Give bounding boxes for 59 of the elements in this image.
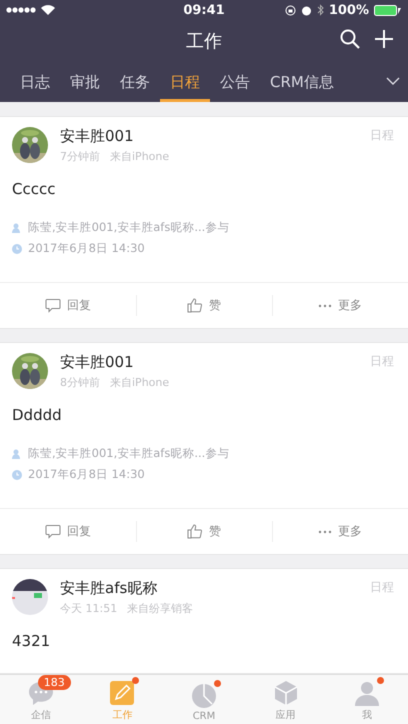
participants: 陈莹,安丰胜001,安丰胜afs昵称...参与 [28, 220, 230, 235]
author-name: 安丰胜001 [60, 353, 135, 372]
status-time: 09:41 [183, 2, 225, 18]
bottom-tab[interactable]: CRM [163, 675, 245, 724]
action-button[interactable]: 回复 [0, 283, 136, 328]
event-date: 2017年6月8日 14:30 [28, 241, 145, 256]
search-icon[interactable] [340, 29, 360, 49]
category-tab[interactable]: 公告 [210, 62, 260, 102]
page-title: 工作 [186, 30, 222, 53]
lock-rotation-icon [284, 4, 296, 16]
add-icon[interactable] [374, 29, 394, 49]
comment-icon [45, 524, 61, 539]
more-icon [318, 304, 332, 308]
category-tab[interactable]: 任务 [110, 62, 160, 102]
post-source: 来自iPhone [110, 375, 170, 390]
category-tab[interactable]: 审批 [60, 62, 110, 102]
comment-icon [45, 298, 61, 313]
thumbs-up-icon [187, 298, 203, 313]
battery-icon [374, 4, 402, 16]
post-time: 7分钟前 [60, 149, 100, 164]
category-tab[interactable]: CRM信息 [260, 62, 344, 102]
pie-chart-icon [190, 683, 217, 709]
bottom-tab[interactable]: 我 [326, 675, 408, 724]
clock-icon [12, 470, 22, 480]
post-source: 来自iPhone [110, 149, 170, 164]
bluetooth-icon [316, 4, 324, 16]
event-date: 2017年6月8日 14:30 [28, 467, 145, 482]
post-content: 4321 [11, 631, 52, 650]
thumbs-up-icon [187, 524, 203, 539]
pencil-icon [109, 680, 136, 706]
category-tab[interactable]: 日志 [10, 62, 60, 102]
category-tab[interactable]: 日程 [160, 62, 210, 102]
action-button[interactable]: 更多 [272, 509, 408, 554]
unread-count: 183 [38, 675, 71, 690]
person-icon [12, 448, 22, 458]
chevron-down-icon[interactable] [386, 77, 400, 85]
cube-icon [272, 680, 299, 706]
action-button[interactable]: 赞 [136, 509, 272, 554]
author-name: 安丰胜afs昵称 [60, 579, 158, 598]
person-icon [354, 680, 380, 706]
action-button[interactable]: 回复 [0, 509, 136, 554]
bottom-tab[interactable]: 应用 [244, 675, 326, 724]
post-time: 8分钟前 [60, 375, 100, 390]
post-content: Ddddd [11, 405, 63, 424]
post-time: 今天 11:51 [60, 601, 118, 616]
bottom-tab[interactable]: 183 企信 [0, 675, 82, 724]
battery-percent: 100% [328, 2, 370, 18]
participants: 陈莹,安丰胜001,安丰胜afs昵称...参与 [28, 446, 230, 461]
bottom-tab[interactable]: 工作 [82, 675, 164, 724]
person-icon [12, 222, 22, 232]
post-source: 来自纷享销客 [127, 601, 194, 616]
more-icon [318, 530, 332, 534]
wifi-icon [41, 5, 55, 15]
clock-icon [12, 244, 22, 254]
author-name: 安丰胜001 [60, 127, 135, 146]
action-button[interactable]: 更多 [272, 283, 408, 328]
post-content: Ccccc [11, 179, 56, 198]
signal-icon [6, 7, 36, 13]
action-button[interactable]: 赞 [136, 283, 272, 328]
